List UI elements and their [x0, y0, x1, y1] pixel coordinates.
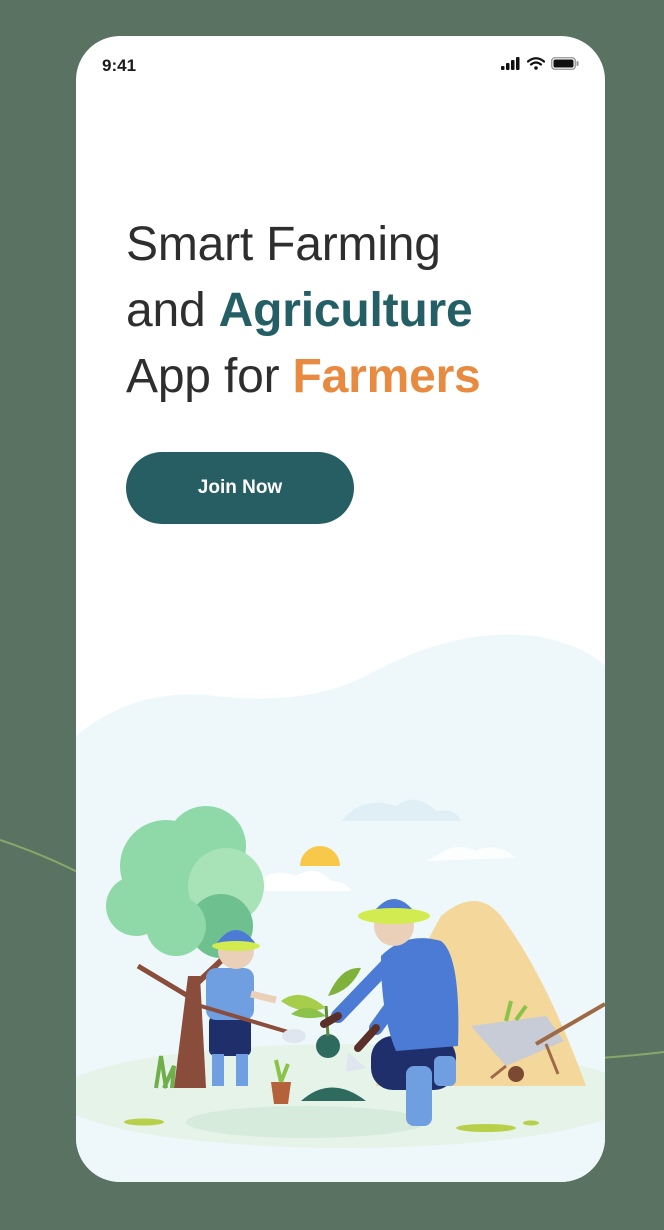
status-time: 9:41	[102, 56, 137, 75]
headline-text-1: Smart Farming	[126, 218, 441, 271]
join-now-button[interactable]: Join Now	[126, 452, 354, 524]
status-icons	[501, 57, 579, 70]
headline-line-3: App for Farmers	[126, 344, 586, 410]
headline-highlight-farmers: Farmers	[292, 350, 481, 403]
battery-icon	[551, 57, 579, 70]
headline-text-3: App for	[126, 350, 293, 403]
headline-line-1: Smart Farming	[126, 212, 586, 278]
status-bar: 9:41	[76, 36, 605, 96]
headline-text-2: and	[126, 284, 219, 337]
farming-illustration	[76, 634, 605, 1182]
headline-line-2: and Agriculture	[126, 278, 586, 344]
signal-icon	[501, 57, 520, 70]
phone-screen: 9:41 Smart Farming and Agriculture App f…	[76, 36, 605, 1182]
hero-headline: Smart Farming and Agriculture App for Fa…	[126, 212, 586, 410]
headline-highlight-agriculture: Agriculture	[218, 284, 473, 337]
wifi-icon	[527, 57, 545, 70]
